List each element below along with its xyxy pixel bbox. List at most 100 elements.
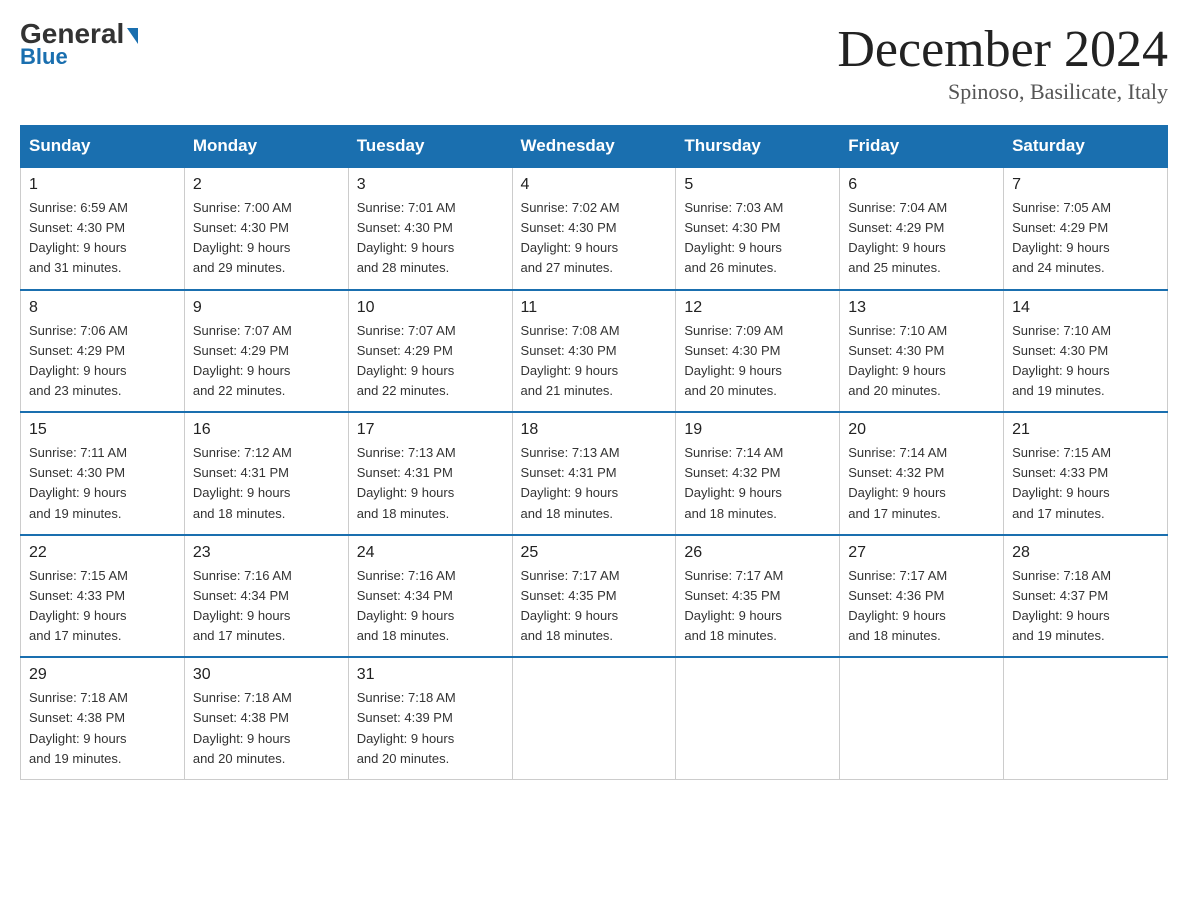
day-info: Sunrise: 7:15 AM Sunset: 4:33 PM Dayligh… [29, 566, 176, 647]
day-number: 10 [357, 299, 504, 317]
day-info: Sunrise: 7:09 AM Sunset: 4:30 PM Dayligh… [684, 321, 831, 402]
calendar-cell: 27 Sunrise: 7:17 AM Sunset: 4:36 PM Dayl… [840, 535, 1004, 658]
calendar-cell: 25 Sunrise: 7:17 AM Sunset: 4:35 PM Dayl… [512, 535, 676, 658]
day-number: 7 [1012, 176, 1159, 194]
calendar-cell: 12 Sunrise: 7:09 AM Sunset: 4:30 PM Dayl… [676, 290, 840, 413]
day-info: Sunrise: 7:10 AM Sunset: 4:30 PM Dayligh… [1012, 321, 1159, 402]
day-info: Sunrise: 7:18 AM Sunset: 4:39 PM Dayligh… [357, 688, 504, 769]
month-title: December 2024 [837, 20, 1168, 79]
calendar-cell: 19 Sunrise: 7:14 AM Sunset: 4:32 PM Dayl… [676, 412, 840, 535]
day-number: 23 [193, 544, 340, 562]
day-number: 29 [29, 666, 176, 684]
calendar-cell [1004, 657, 1168, 779]
day-number: 13 [848, 299, 995, 317]
calendar-week-5: 29 Sunrise: 7:18 AM Sunset: 4:38 PM Dayl… [21, 657, 1168, 779]
calendar-cell: 15 Sunrise: 7:11 AM Sunset: 4:30 PM Dayl… [21, 412, 185, 535]
day-info: Sunrise: 7:07 AM Sunset: 4:29 PM Dayligh… [357, 321, 504, 402]
day-number: 27 [848, 544, 995, 562]
day-number: 25 [521, 544, 668, 562]
day-info: Sunrise: 7:02 AM Sunset: 4:30 PM Dayligh… [521, 198, 668, 279]
logo-blue: Blue [20, 44, 68, 70]
day-number: 6 [848, 176, 995, 194]
calendar-cell: 8 Sunrise: 7:06 AM Sunset: 4:29 PM Dayli… [21, 290, 185, 413]
day-info: Sunrise: 7:00 AM Sunset: 4:30 PM Dayligh… [193, 198, 340, 279]
col-sunday: Sunday [21, 126, 185, 168]
day-number: 14 [1012, 299, 1159, 317]
col-thursday: Thursday [676, 126, 840, 168]
calendar-cell: 3 Sunrise: 7:01 AM Sunset: 4:30 PM Dayli… [348, 167, 512, 290]
day-info: Sunrise: 7:17 AM Sunset: 4:35 PM Dayligh… [684, 566, 831, 647]
day-info: Sunrise: 7:18 AM Sunset: 4:38 PM Dayligh… [29, 688, 176, 769]
day-number: 5 [684, 176, 831, 194]
day-info: Sunrise: 6:59 AM Sunset: 4:30 PM Dayligh… [29, 198, 176, 279]
day-number: 4 [521, 176, 668, 194]
day-number: 22 [29, 544, 176, 562]
calendar-week-3: 15 Sunrise: 7:11 AM Sunset: 4:30 PM Dayl… [21, 412, 1168, 535]
calendar-cell: 29 Sunrise: 7:18 AM Sunset: 4:38 PM Dayl… [21, 657, 185, 779]
calendar-cell: 11 Sunrise: 7:08 AM Sunset: 4:30 PM Dayl… [512, 290, 676, 413]
day-number: 20 [848, 421, 995, 439]
calendar-week-1: 1 Sunrise: 6:59 AM Sunset: 4:30 PM Dayli… [21, 167, 1168, 290]
calendar-week-4: 22 Sunrise: 7:15 AM Sunset: 4:33 PM Dayl… [21, 535, 1168, 658]
calendar-cell: 14 Sunrise: 7:10 AM Sunset: 4:30 PM Dayl… [1004, 290, 1168, 413]
day-info: Sunrise: 7:04 AM Sunset: 4:29 PM Dayligh… [848, 198, 995, 279]
day-number: 17 [357, 421, 504, 439]
calendar-cell: 16 Sunrise: 7:12 AM Sunset: 4:31 PM Dayl… [184, 412, 348, 535]
calendar-cell: 31 Sunrise: 7:18 AM Sunset: 4:39 PM Dayl… [348, 657, 512, 779]
day-info: Sunrise: 7:01 AM Sunset: 4:30 PM Dayligh… [357, 198, 504, 279]
col-tuesday: Tuesday [348, 126, 512, 168]
calendar-cell: 4 Sunrise: 7:02 AM Sunset: 4:30 PM Dayli… [512, 167, 676, 290]
day-info: Sunrise: 7:18 AM Sunset: 4:37 PM Dayligh… [1012, 566, 1159, 647]
calendar-cell [512, 657, 676, 779]
location: Spinoso, Basilicate, Italy [837, 79, 1168, 105]
day-number: 19 [684, 421, 831, 439]
calendar-cell: 28 Sunrise: 7:18 AM Sunset: 4:37 PM Dayl… [1004, 535, 1168, 658]
day-info: Sunrise: 7:16 AM Sunset: 4:34 PM Dayligh… [193, 566, 340, 647]
calendar-header-row: Sunday Monday Tuesday Wednesday Thursday… [21, 126, 1168, 168]
day-number: 3 [357, 176, 504, 194]
day-info: Sunrise: 7:03 AM Sunset: 4:30 PM Dayligh… [684, 198, 831, 279]
calendar-cell: 5 Sunrise: 7:03 AM Sunset: 4:30 PM Dayli… [676, 167, 840, 290]
day-number: 28 [1012, 544, 1159, 562]
day-number: 1 [29, 176, 176, 194]
calendar-cell: 22 Sunrise: 7:15 AM Sunset: 4:33 PM Dayl… [21, 535, 185, 658]
day-info: Sunrise: 7:10 AM Sunset: 4:30 PM Dayligh… [848, 321, 995, 402]
day-number: 2 [193, 176, 340, 194]
calendar-cell [676, 657, 840, 779]
calendar-cell: 18 Sunrise: 7:13 AM Sunset: 4:31 PM Dayl… [512, 412, 676, 535]
calendar-cell: 13 Sunrise: 7:10 AM Sunset: 4:30 PM Dayl… [840, 290, 1004, 413]
day-number: 18 [521, 421, 668, 439]
day-number: 11 [521, 299, 668, 317]
calendar-cell: 24 Sunrise: 7:16 AM Sunset: 4:34 PM Dayl… [348, 535, 512, 658]
day-info: Sunrise: 7:14 AM Sunset: 4:32 PM Dayligh… [684, 443, 831, 524]
calendar-week-2: 8 Sunrise: 7:06 AM Sunset: 4:29 PM Dayli… [21, 290, 1168, 413]
day-number: 15 [29, 421, 176, 439]
day-info: Sunrise: 7:17 AM Sunset: 4:35 PM Dayligh… [521, 566, 668, 647]
day-number: 8 [29, 299, 176, 317]
day-number: 21 [1012, 421, 1159, 439]
day-number: 12 [684, 299, 831, 317]
day-info: Sunrise: 7:11 AM Sunset: 4:30 PM Dayligh… [29, 443, 176, 524]
logo: General Blue [20, 20, 138, 70]
day-info: Sunrise: 7:17 AM Sunset: 4:36 PM Dayligh… [848, 566, 995, 647]
calendar-cell: 6 Sunrise: 7:04 AM Sunset: 4:29 PM Dayli… [840, 167, 1004, 290]
col-saturday: Saturday [1004, 126, 1168, 168]
calendar-cell: 26 Sunrise: 7:17 AM Sunset: 4:35 PM Dayl… [676, 535, 840, 658]
day-number: 16 [193, 421, 340, 439]
day-info: Sunrise: 7:12 AM Sunset: 4:31 PM Dayligh… [193, 443, 340, 524]
day-info: Sunrise: 7:13 AM Sunset: 4:31 PM Dayligh… [357, 443, 504, 524]
day-info: Sunrise: 7:05 AM Sunset: 4:29 PM Dayligh… [1012, 198, 1159, 279]
day-number: 31 [357, 666, 504, 684]
day-number: 9 [193, 299, 340, 317]
day-info: Sunrise: 7:06 AM Sunset: 4:29 PM Dayligh… [29, 321, 176, 402]
day-info: Sunrise: 7:18 AM Sunset: 4:38 PM Dayligh… [193, 688, 340, 769]
day-info: Sunrise: 7:08 AM Sunset: 4:30 PM Dayligh… [521, 321, 668, 402]
calendar-cell: 17 Sunrise: 7:13 AM Sunset: 4:31 PM Dayl… [348, 412, 512, 535]
day-number: 30 [193, 666, 340, 684]
calendar-cell: 9 Sunrise: 7:07 AM Sunset: 4:29 PM Dayli… [184, 290, 348, 413]
calendar-cell: 30 Sunrise: 7:18 AM Sunset: 4:38 PM Dayl… [184, 657, 348, 779]
calendar-table: Sunday Monday Tuesday Wednesday Thursday… [20, 125, 1168, 780]
col-monday: Monday [184, 126, 348, 168]
calendar-cell: 7 Sunrise: 7:05 AM Sunset: 4:29 PM Dayli… [1004, 167, 1168, 290]
calendar-cell: 20 Sunrise: 7:14 AM Sunset: 4:32 PM Dayl… [840, 412, 1004, 535]
